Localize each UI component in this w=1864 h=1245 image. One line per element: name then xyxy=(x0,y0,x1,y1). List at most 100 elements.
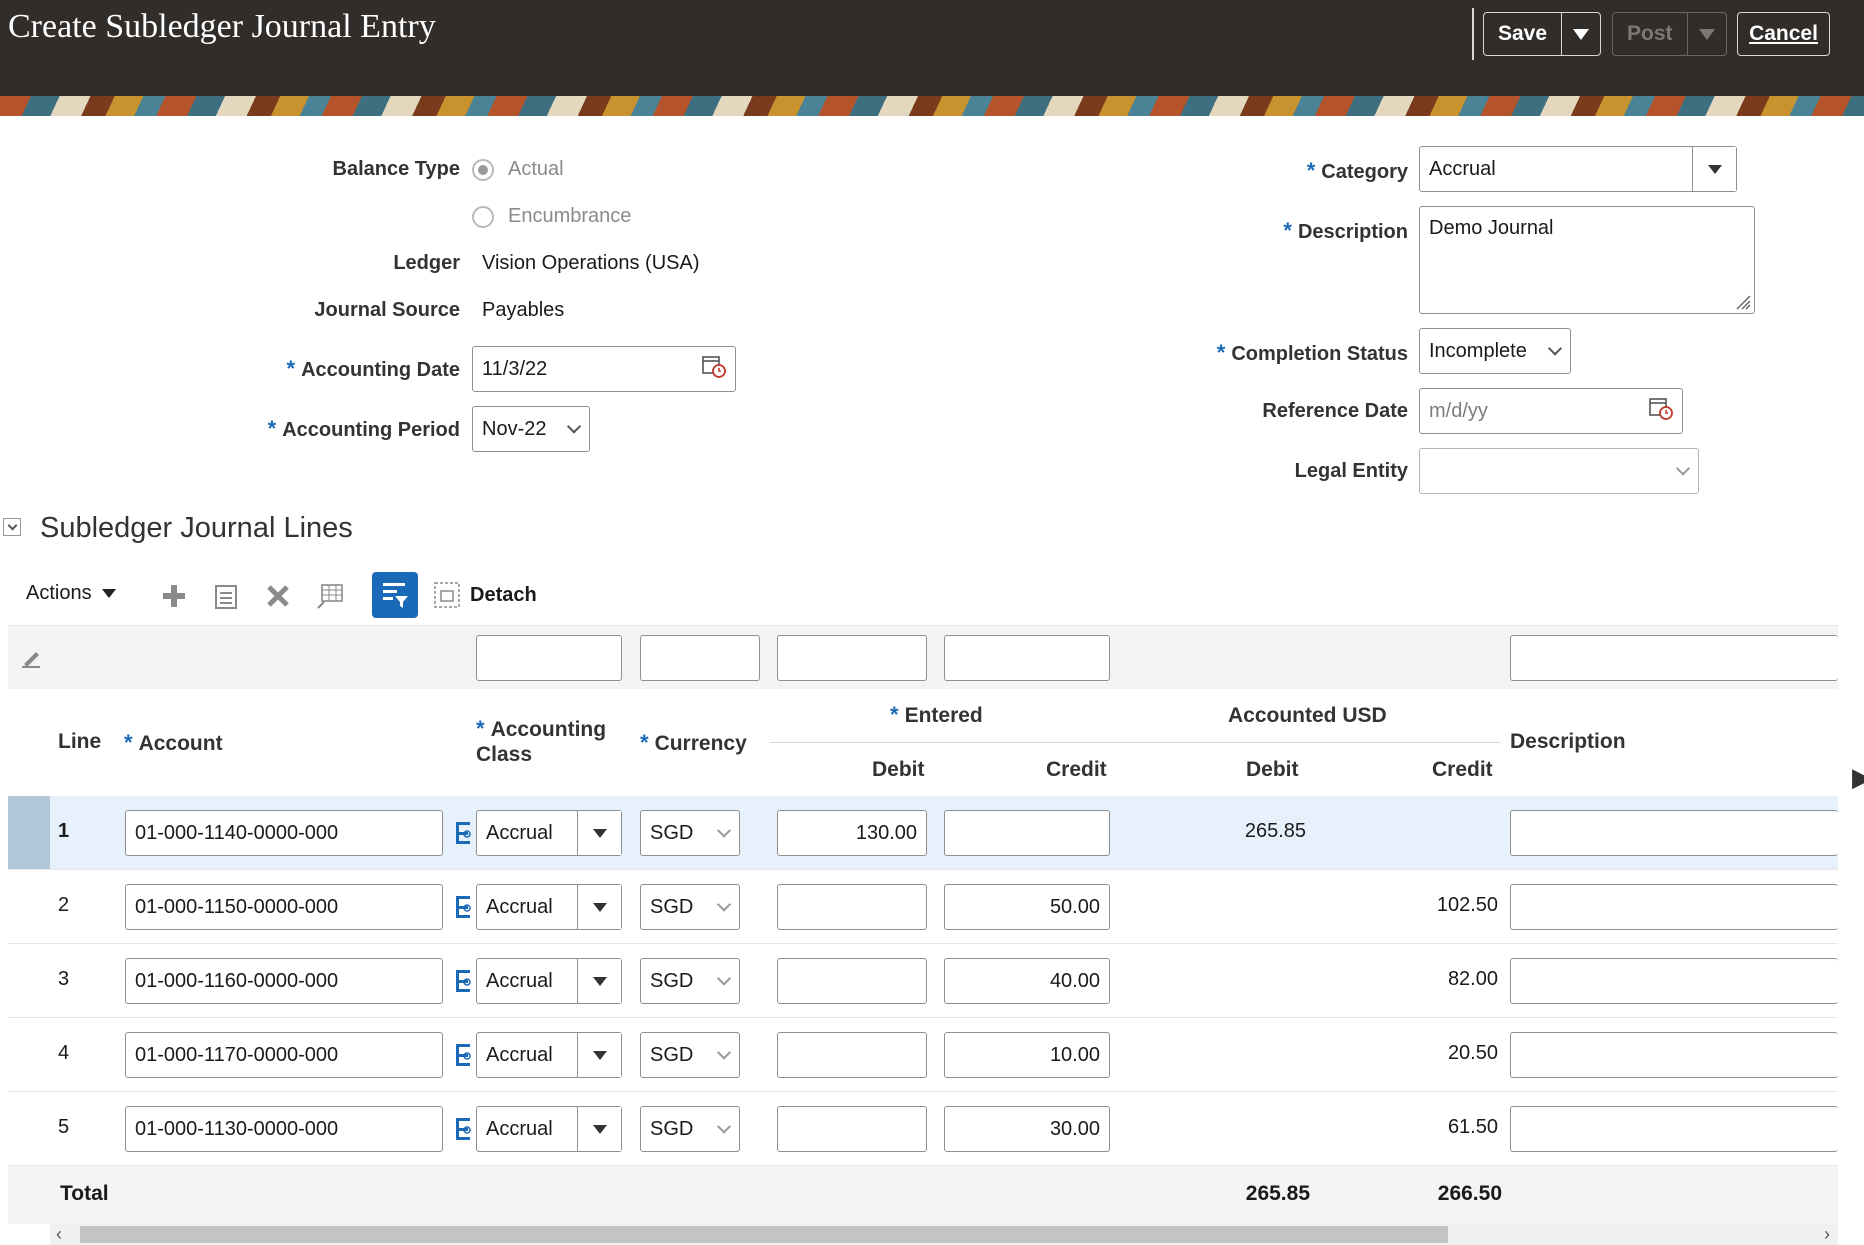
horizontal-scrollbar[interactable]: ‹ › xyxy=(50,1224,1838,1245)
filter-entered-credit[interactable] xyxy=(944,635,1110,681)
scroll-right-icon[interactable]: › xyxy=(1824,1224,1830,1245)
filter-entered-debit[interactable] xyxy=(777,635,927,681)
accounting-period-select[interactable]: Nov-22 xyxy=(472,406,590,452)
post-split-button: Post xyxy=(1612,12,1727,56)
column-header-account[interactable]: *Account xyxy=(124,730,223,756)
account-combination-icon[interactable] xyxy=(454,968,474,999)
line-number: 3 xyxy=(58,968,69,991)
account-input[interactable]: 01-000-1150-0000-000 xyxy=(125,884,443,930)
chevron-right-icon[interactable]: ▶ xyxy=(1852,762,1864,793)
post-menu-button[interactable] xyxy=(1687,13,1726,55)
accounting-class-select[interactable]: Accrual xyxy=(476,958,622,1004)
entered-credit-input[interactable]: 50.00 xyxy=(944,884,1110,930)
accounting-class-dropdown[interactable] xyxy=(577,811,621,855)
reference-date-label: Reference Date xyxy=(1180,400,1408,423)
filter-currency[interactable] xyxy=(640,635,760,681)
table-row[interactable]: 401-000-1170-0000-000AccrualSGD10.0020.5… xyxy=(8,1018,1838,1092)
accounting-class-select[interactable]: Accrual xyxy=(476,884,622,930)
actions-menu[interactable]: Actions xyxy=(26,582,116,605)
filter-description[interactable] xyxy=(1510,635,1838,681)
table-row[interactable]: 101-000-1140-0000-000AccrualSGD130.00265… xyxy=(8,796,1838,870)
detach-icon[interactable] xyxy=(432,580,462,610)
account-input[interactable]: 01-000-1170-0000-000 xyxy=(125,1032,443,1078)
entered-debit-input[interactable] xyxy=(777,958,927,1004)
entered-debit-input[interactable] xyxy=(777,884,927,930)
save-button[interactable]: Save xyxy=(1484,22,1561,46)
category-select[interactable]: Accrual xyxy=(1419,146,1737,192)
cancel-button[interactable]: Cancel xyxy=(1737,12,1830,56)
currency-select[interactable]: SGD xyxy=(640,884,740,930)
radio-actual[interactable] xyxy=(472,159,494,181)
account-combination-icon[interactable] xyxy=(454,1042,474,1073)
category-dropdown-button[interactable] xyxy=(1692,147,1736,191)
accounting-class-select[interactable]: Accrual xyxy=(476,810,622,856)
calendar-icon[interactable] xyxy=(701,353,727,385)
detach-button[interactable]: Detach xyxy=(470,584,537,607)
entered-credit-input[interactable]: 10.00 xyxy=(944,1032,1110,1078)
column-header-accounted-debit[interactable]: Debit xyxy=(1246,758,1299,782)
legal-entity-select[interactable] xyxy=(1419,448,1699,494)
clear-filter-icon[interactable] xyxy=(20,646,42,673)
entered-credit-input[interactable]: 30.00 xyxy=(944,1106,1110,1152)
table-row[interactable]: 201-000-1150-0000-000AccrualSGD50.00102.… xyxy=(8,870,1838,944)
entered-credit-input[interactable]: 40.00 xyxy=(944,958,1110,1004)
query-by-example-icon[interactable] xyxy=(372,572,418,618)
filter-row xyxy=(8,625,1838,689)
accounting-class-dropdown[interactable] xyxy=(577,1107,621,1151)
radio-encumbrance[interactable] xyxy=(472,206,494,228)
save-menu-button[interactable] xyxy=(1561,13,1600,55)
delete-icon[interactable] xyxy=(262,580,294,612)
balance-type-label: Balance Type xyxy=(240,158,460,181)
description-input[interactable] xyxy=(1510,810,1838,856)
currency-select[interactable]: SGD xyxy=(640,958,740,1004)
column-header-line[interactable]: Line xyxy=(58,730,101,754)
completion-status-select[interactable]: Incomplete xyxy=(1419,328,1571,374)
account-combination-icon[interactable] xyxy=(454,1116,474,1147)
entered-debit-input[interactable] xyxy=(777,1032,927,1078)
add-icon[interactable] xyxy=(158,580,190,612)
post-button[interactable]: Post xyxy=(1613,22,1687,46)
accounting-date-input[interactable]: 11/3/22 xyxy=(472,346,736,392)
caret-down-icon xyxy=(593,829,607,838)
filter-accounting-class[interactable] xyxy=(476,635,622,681)
column-header-entered-debit[interactable]: Debit xyxy=(872,758,925,782)
account-combination-icon[interactable] xyxy=(454,894,474,925)
accounting-class-select[interactable]: Accrual xyxy=(476,1032,622,1078)
journal-source-value: Payables xyxy=(482,299,564,322)
currency-select[interactable]: SGD xyxy=(640,1106,740,1152)
currency-select[interactable]: SGD xyxy=(640,1032,740,1078)
accounting-class-select[interactable]: Accrual xyxy=(476,1106,622,1152)
column-header-description[interactable]: Description xyxy=(1510,730,1626,754)
account-combination-icon[interactable] xyxy=(454,820,474,851)
entered-debit-input[interactable]: 130.00 xyxy=(777,810,927,856)
scroll-left-icon[interactable]: ‹ xyxy=(56,1224,62,1245)
description-input[interactable] xyxy=(1510,958,1838,1004)
description-textarea[interactable]: Demo Journal xyxy=(1419,206,1755,314)
column-header-entered-credit[interactable]: Credit xyxy=(1046,758,1107,782)
description-input[interactable] xyxy=(1510,884,1838,930)
table-icon[interactable] xyxy=(314,580,346,612)
accounting-class-dropdown[interactable] xyxy=(577,1033,621,1077)
description-input[interactable] xyxy=(1510,1032,1838,1078)
calendar-icon[interactable] xyxy=(1648,395,1674,427)
description-input[interactable] xyxy=(1510,1106,1838,1152)
account-input[interactable]: 01-000-1130-0000-000 xyxy=(125,1106,443,1152)
accounting-class-dropdown[interactable] xyxy=(577,959,621,1003)
accounted-debit: 265.85 xyxy=(1204,820,1306,843)
entered-debit-input[interactable] xyxy=(777,1106,927,1152)
table-row[interactable]: 501-000-1130-0000-000AccrualSGD30.0061.5… xyxy=(8,1092,1838,1166)
column-header-accounted-credit[interactable]: Credit xyxy=(1432,758,1493,782)
column-header-accounting-class[interactable]: *AccountingClass xyxy=(476,716,606,767)
edit-icon[interactable] xyxy=(210,580,242,612)
table-row[interactable]: 301-000-1160-0000-000AccrualSGD40.0082.0… xyxy=(8,944,1838,1018)
accounting-class-dropdown[interactable] xyxy=(577,885,621,929)
resize-handle-icon[interactable] xyxy=(1731,290,1751,310)
column-header-currency[interactable]: *Currency xyxy=(640,730,747,756)
account-input[interactable]: 01-000-1160-0000-000 xyxy=(125,958,443,1004)
account-input[interactable]: 01-000-1140-0000-000 xyxy=(125,810,443,856)
currency-select[interactable]: SGD xyxy=(640,810,740,856)
reference-date-input[interactable]: m/d/yy xyxy=(1419,388,1683,434)
scrollbar-thumb[interactable] xyxy=(80,1226,1448,1243)
collapse-section-icon[interactable] xyxy=(3,518,21,536)
entered-credit-input[interactable] xyxy=(944,810,1110,856)
